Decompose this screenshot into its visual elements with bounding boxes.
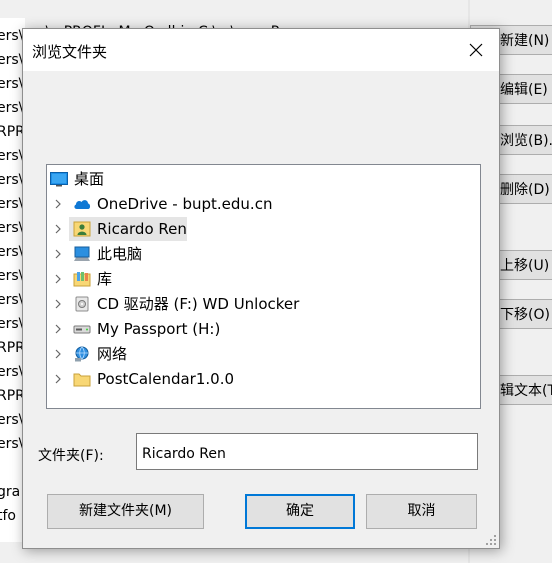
background-list-item: ers\ (0, 196, 24, 212)
background-list-item: ers\ (0, 148, 24, 164)
onedrive-cloud-icon (74, 200, 91, 209)
close-icon (469, 43, 483, 57)
background-list-item: ers\ (0, 364, 24, 380)
dialog-titlebar: 浏览文件夹 (23, 29, 499, 71)
background-list-item: ers\ (0, 76, 24, 92)
tree-item-postcalendar[interactable]: PostCalendar1.0.0 (47, 367, 480, 391)
tree-item-label: My Passport (H:) (97, 320, 221, 338)
dialog-title: 浏览文件夹 (32, 43, 108, 61)
background-list-item: ers\ (0, 316, 24, 332)
tree-item-label: OneDrive - bupt.edu.cn (97, 195, 273, 213)
background-list-item: ers\ (0, 220, 24, 236)
tree-item-cd-drive[interactable]: CD 驱动器 (F:) WD Unlocker (47, 292, 480, 316)
library-icon (73, 272, 91, 287)
folder-field-label: 文件夹(F): (38, 448, 104, 464)
chevron-right-icon[interactable] (54, 374, 62, 384)
resize-grip-icon[interactable] (485, 534, 497, 546)
tree-item-label: 此电脑 (97, 245, 143, 263)
ok-button[interactable]: 确定 (245, 494, 355, 529)
browse-folder-dialog: 浏览文件夹 桌面 OneDrive - bupt.edu.cn Ricardo … (22, 28, 500, 549)
close-button[interactable] (453, 29, 499, 71)
folder-input[interactable] (136, 433, 478, 470)
background-list-item: ers\ (0, 28, 24, 44)
tree-item-network[interactable]: 网络 (47, 342, 480, 366)
tree-item-library[interactable]: 库 (47, 267, 480, 291)
chevron-right-icon[interactable] (54, 324, 62, 334)
tree-item-onedrive[interactable]: OneDrive - bupt.edu.cn (47, 192, 480, 216)
chevron-right-icon[interactable] (54, 249, 62, 259)
tree-item-label: 网络 (97, 345, 128, 363)
chevron-right-icon[interactable] (54, 274, 62, 284)
background-list-item: ers\ (0, 244, 24, 260)
chevron-right-icon[interactable] (54, 199, 62, 209)
background-list-item: ers\ (0, 292, 24, 308)
background-list-item: ers\ (0, 268, 24, 284)
tree-item-ricardo-ren[interactable]: Ricardo Ren (47, 217, 480, 241)
background-list-item: ers\ (0, 172, 24, 188)
tree-item-label: CD 驱动器 (F:) WD Unlocker (97, 295, 300, 313)
background-list-item: ers\ (0, 412, 24, 428)
tree-item-this-pc[interactable]: 此电脑 (47, 242, 480, 266)
this-pc-icon (74, 246, 90, 261)
desktop-icon (50, 172, 68, 187)
background-list-item: ers\ (0, 52, 24, 68)
folder-icon (73, 373, 91, 387)
tree-item-my-passport[interactable]: My Passport (H:) (47, 317, 480, 341)
network-icon (75, 346, 89, 362)
tree-item-label: 桌面 (74, 170, 105, 188)
tree-item-label: PostCalendar1.0.0 (97, 370, 234, 388)
user-folder-icon (73, 221, 91, 237)
cancel-button[interactable]: 取消 (366, 494, 477, 529)
new-folder-button[interactable]: 新建文件夹(M) (47, 494, 204, 529)
chevron-right-icon[interactable] (54, 224, 62, 234)
tree-item-desktop[interactable]: 桌面 (47, 167, 480, 191)
background-list-item: ers\ (0, 100, 24, 116)
tree-item-label: 库 (97, 270, 113, 288)
background-list-item: tfo (0, 508, 16, 524)
tree-item-label: Ricardo Ren (97, 220, 187, 238)
background-list-item: ers\ (0, 436, 24, 452)
folder-tree[interactable]: 桌面 OneDrive - bupt.edu.cn Ricardo Ren 此电… (46, 164, 481, 409)
cd-drive-icon (75, 296, 89, 312)
background-list-item: gra (0, 484, 21, 500)
chevron-right-icon[interactable] (54, 349, 62, 359)
chevron-right-icon[interactable] (54, 299, 62, 309)
external-drive-icon (73, 325, 91, 334)
